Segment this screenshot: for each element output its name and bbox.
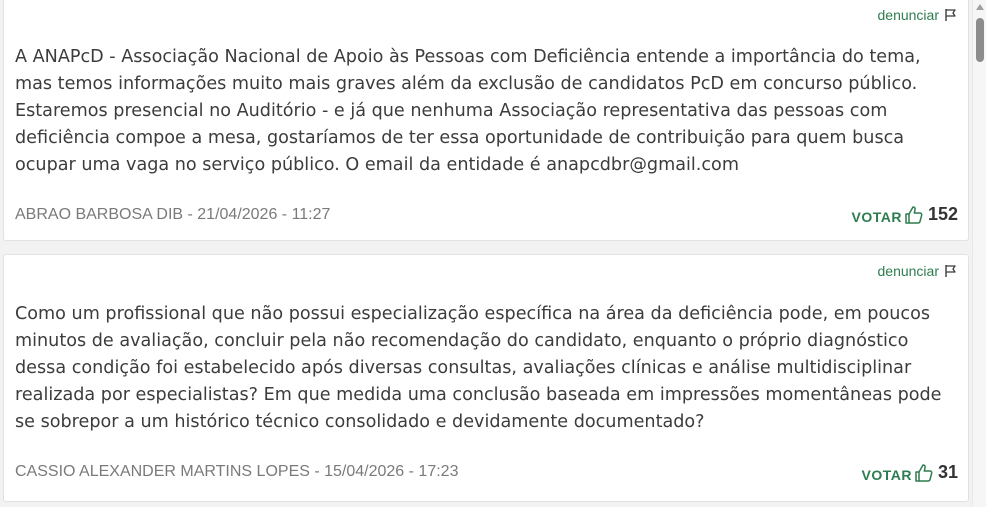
vote-label: VOTAR: [861, 466, 912, 483]
comment-text: A ANAPcD - Associação Nacional de Apoio …: [15, 47, 921, 175]
author-line: ABRAO BARBOSA DIB - 21/04/2026 - 11:27: [15, 206, 331, 223]
comment-feed: denunciar A ANAPcD - Associação Nacional…: [0, 0, 972, 507]
vertical-scrollbar[interactable]: [972, 0, 986, 507]
vote-button[interactable]: VOTAR 152: [851, 204, 958, 225]
vote-button[interactable]: VOTAR 31: [862, 462, 959, 483]
report-link[interactable]: denunciar: [878, 7, 959, 23]
thumbs-up-icon: [905, 205, 923, 224]
flag-icon: [945, 9, 956, 21]
report-label: denunciar: [877, 263, 940, 279]
report-label: denunciar: [877, 7, 940, 23]
author-line: CASSIO ALEXANDER MARTINS LOPES - 15/04/2…: [15, 463, 459, 480]
comment-text: Como um profissional que não possui espe…: [15, 304, 942, 432]
flag-icon: [945, 265, 956, 277]
comment-card: denunciar A ANAPcD - Associação Nacional…: [3, 0, 969, 241]
vote-count: 31: [937, 462, 958, 482]
vote-count: 152: [927, 204, 958, 224]
vote-label: VOTAR: [851, 208, 902, 225]
scroll-up-arrow-icon[interactable]: [976, 4, 984, 10]
comment-card: denunciar Como um profissional que não p…: [3, 254, 969, 502]
report-link[interactable]: denunciar: [878, 263, 959, 279]
scrollbar-thumb[interactable]: [976, 18, 984, 62]
thumbs-up-icon: [915, 463, 933, 482]
